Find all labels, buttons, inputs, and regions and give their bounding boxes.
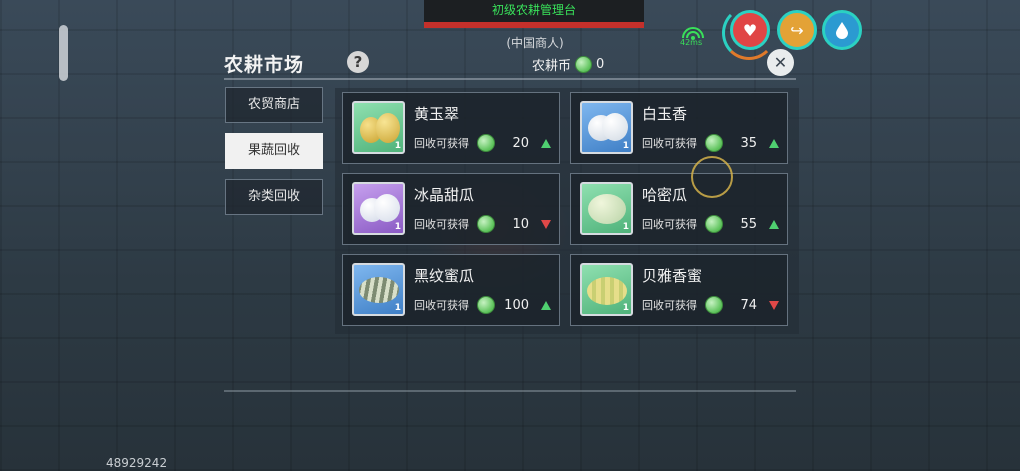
tab-misc-recycle[interactable]: 杂类回收 <box>225 179 323 215</box>
melon-icon: 1 <box>352 263 405 316</box>
item-card[interactable]: 1 贝雅香蜜 回收可获得 74 <box>570 254 788 326</box>
melon-icon: 1 <box>580 182 633 235</box>
item-level: 1 <box>622 222 629 232</box>
item-level: 1 <box>394 222 401 232</box>
item-card[interactable]: 1 哈密瓜 回收可获得 55 <box>570 173 788 245</box>
farm-coin-icon <box>477 215 495 233</box>
item-name: 白玉香 <box>642 105 688 123</box>
farm-coin-icon <box>705 134 723 152</box>
coin-balance: 农耕币 0 <box>532 55 604 74</box>
recycle-label: 回收可获得 <box>414 218 469 231</box>
divider <box>224 78 796 80</box>
item-level: 1 <box>622 303 629 313</box>
melon-icon: 1 <box>580 101 633 154</box>
side-drag-handle[interactable] <box>59 25 68 81</box>
item-card[interactable]: 1 白玉香 回收可获得 35 <box>570 92 788 164</box>
player-uid: 48929242 <box>106 456 168 470</box>
item-card[interactable]: 1 黄玉翠 回收可获得 20 <box>342 92 560 164</box>
recycle-value: 100 <box>504 298 529 313</box>
farm-coin-icon <box>477 296 495 314</box>
melon-icon: 1 <box>352 101 405 154</box>
recycle-value: 20 <box>512 136 529 151</box>
recycle-label: 回收可获得 <box>642 299 697 312</box>
trend-up-icon <box>769 139 779 148</box>
recycle-label: 回收可获得 <box>642 218 697 231</box>
recycle-value: 74 <box>740 298 757 313</box>
help-button[interactable]: ? <box>347 51 369 73</box>
coin-amount: 0 <box>596 57 605 72</box>
tab-farm-shop[interactable]: 农贸商店 <box>225 87 323 123</box>
tab-produce-recycle[interactable]: 果蔬回收 <box>225 133 323 169</box>
trend-up-icon <box>541 301 551 310</box>
close-button[interactable]: ✕ <box>767 49 794 76</box>
heart-icon[interactable]: ♥ <box>730 10 770 50</box>
ping-readout: 42ms <box>680 38 703 47</box>
cursor-ring <box>691 156 733 198</box>
divider <box>224 390 796 392</box>
water-drop-icon[interactable] <box>822 10 862 50</box>
trend-up-icon <box>769 220 779 229</box>
farm-coin-icon <box>575 56 593 73</box>
melon-icon: 1 <box>352 182 405 235</box>
recycle-value: 10 <box>512 217 529 232</box>
melon-icon: 1 <box>580 263 633 316</box>
item-name: 哈密瓜 <box>642 186 688 204</box>
market-title: 农耕市场 <box>224 54 305 76</box>
trend-down-icon <box>541 220 551 229</box>
farm-coin-icon <box>477 134 495 152</box>
recycle-value: 35 <box>740 136 757 151</box>
npc-name: (中国商人) <box>506 36 564 50</box>
item-name: 黄玉翠 <box>414 105 460 123</box>
item-name: 冰晶甜瓜 <box>414 186 475 204</box>
recycle-value: 55 <box>740 217 757 232</box>
item-card[interactable]: 1 黑纹蜜瓜 回收可获得 100 <box>342 254 560 326</box>
item-level: 1 <box>394 141 401 151</box>
item-level: 1 <box>394 303 401 313</box>
food-icon[interactable]: ↪ <box>777 10 817 50</box>
recycle-label: 回收可获得 <box>414 137 469 150</box>
station-banner: 初级农耕管理台 <box>424 0 644 28</box>
farm-coin-icon <box>705 215 723 233</box>
item-name: 黑纹蜜瓜 <box>414 267 475 285</box>
item-card[interactable]: 1 冰晶甜瓜 回收可获得 10 <box>342 173 560 245</box>
recycle-label: 回收可获得 <box>642 137 697 150</box>
coin-label: 农耕币 <box>532 59 572 74</box>
trend-up-icon <box>541 139 551 148</box>
item-level: 1 <box>622 141 629 151</box>
station-banner-text: 初级农耕管理台 <box>491 3 576 17</box>
item-name: 贝雅香蜜 <box>642 267 703 285</box>
farm-coin-icon <box>705 296 723 314</box>
trend-down-icon <box>769 301 779 310</box>
recycle-label: 回收可获得 <box>414 299 469 312</box>
